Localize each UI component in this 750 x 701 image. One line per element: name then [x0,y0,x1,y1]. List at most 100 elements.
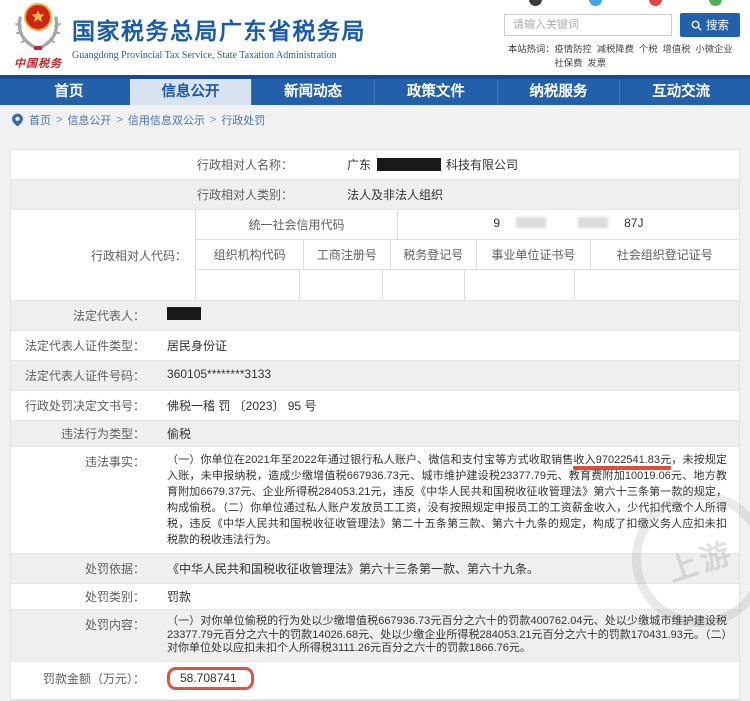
row-penalty-content: 处罚内容： （一）对你单位偷税的行为处以少缴增值税667936.73元百分之六十… [11,610,739,662]
nav-item-interaction[interactable]: 互动交流 [619,79,742,105]
row-value: （一）你单位在2021年至2022年通过银行私人账户、微信和支付宝等方式收取销售… [155,447,739,553]
row-value: 法人及非法人组织 [347,188,444,202]
codes-table: 统一社会信用代码 9 87J 组织机构代码 工商注册号 税务登记号 事业单位证书号… [195,210,739,300]
main-nav: 首页 信息公开 新闻动态 政策文件 纳税服务 互动交流 [0,75,750,105]
logo-caption: 中国税务 [14,58,62,70]
credit-code-prefix: 9 [493,216,501,230]
empty-cell [300,270,383,300]
row-label: 处罚内容： [84,618,145,632]
row-value: （一）对你单位偷税的行为处以少缴增值税667936.73元百分之六十的罚款400… [167,615,727,654]
row-label: 法定代表人证件类型： [24,339,145,353]
breadcrumb: 首页 > 信息公开 > 信用信息双公示 > 行政处罚 [0,105,750,135]
row-admin-category: 行政相对人类别： 法人及非法人组织 [11,180,739,210]
hotword-link[interactable]: 减税降费 [597,42,634,56]
row-legal-rep: 法定代表人： [11,301,739,331]
nav-item-policy[interactable]: 政策文件 [374,79,497,105]
site-subtitle: Guangdong Provincial Tax Service, State … [72,50,337,61]
hotword-link[interactable]: 发票 [587,56,606,70]
blur-redaction [516,217,547,228]
breadcrumb-current: 行政处罚 [221,115,266,127]
breadcrumb-home[interactable]: 首页 [29,112,51,128]
redaction-box [377,158,442,171]
search-area: 搜索 [504,13,740,37]
empty-cell [465,270,575,300]
company-name-suffix: 科技有限公司 [446,158,519,172]
search-button[interactable]: 搜索 [680,13,740,37]
redaction-box [167,307,201,320]
row-id-number: 法定代表人证件号码： 360105********3133 [11,361,739,391]
penalty-detail-table: 行政相对人名称： 广东 科技有限公司 行政相对人类别： 法人及非法人组织 行政相对… [10,149,740,701]
company-name-prefix: 广东 [347,158,372,172]
empty-cell [383,270,466,300]
nav-item-info-disclosure[interactable]: 信息公开 [129,79,252,105]
page: 中国税务 国家税务总局广东省税务局 Guangdong Provincial T… [0,0,750,701]
credit-code-value: 9 87J [398,210,739,239]
nav-item-tax-service[interactable]: 纳税服务 [496,79,620,105]
row-label: 行政相对人类别： [196,188,293,202]
search-icon [691,20,702,31]
row-fine-amount: 罚款金额（万元）： 58.708741 [11,661,739,700]
hotwords-label: 本站热词： [508,44,555,54]
hotword-link[interactable]: 社保费 [555,56,583,70]
share-icon-dark[interactable] [529,0,542,6]
row-value: 佛税一稽 罚 〔2023〕 95 号 [167,399,317,413]
site-title: 国家税务总局广东省税务局 [72,18,366,44]
site-hotwords: 本站热词： 疫情防控 减税降费 个税 增值税 小微企业 社保费 发票 [508,42,740,70]
search-button-label: 搜索 [706,20,729,32]
hotword-link[interactable]: 个税 [639,42,658,56]
red-box-annotation: 58.708741 [167,666,254,690]
empty-cell [196,270,301,300]
row-label: 行政处罚决定文书号： [24,399,145,413]
row-label: 法定代表人证件号码： [24,369,145,383]
row-label: 违法事实： [84,455,145,469]
share-icon-weibo[interactable] [589,0,602,6]
row-admin-name: 行政相对人名称： 广东 科技有限公司 [11,150,739,180]
breadcrumb-separator: > [209,114,217,126]
nav-item-home[interactable]: 首页 [8,79,130,105]
row-label: 违法行为类型： [60,427,145,441]
row-value: 58.708741 [155,662,739,699]
site-logo[interactable]: 中国税务 [8,2,68,71]
row-label: 行政相对人代码： [90,248,187,263]
breadcrumb-separator: > [56,114,63,126]
row-value [155,301,739,330]
credit-code-row: 统一社会信用代码 9 87J [196,210,739,240]
column-header: 社会组织登记证号 [616,248,713,262]
facts-text: （一）你单位在2021年至2022年通过银行私人账户、微信和支付宝等方式收取销售 [167,454,574,466]
hotword-link[interactable]: 小微企业 [695,42,732,56]
column-header: 工商注册号 [304,240,391,269]
tax-emblem-icon [15,3,61,50]
credit-code-suffix: 87J [624,216,644,230]
share-icon-wechat[interactable] [709,0,722,6]
location-pin-icon [12,113,23,127]
row-penalty-basis: 处罚依据： 《中华人民共和国税收征收管理法》第六十三条第一款、第六十九条。 [11,554,739,584]
empty-cell [575,270,739,300]
hotword-link[interactable]: 增值税 [663,42,691,56]
code-values-row [196,270,739,300]
share-icon-red[interactable] [649,0,662,6]
row-value: 广东 科技有限公司 [311,150,739,179]
row-value: 偷税 [167,427,192,441]
row-label: 法定代表人： [72,309,145,323]
row-label: 行政相对人名称： [196,158,293,172]
row-label: 处罚依据： [84,562,145,576]
blur-redaction [578,217,609,228]
row-label: 罚款金额（万元）： [42,671,145,686]
row-value: 《中华人民共和国税收征收管理法》第六十三条第一款、第六十九条。 [167,562,540,576]
facts-text: ，未按规定入账，未申报纳税，造成少缴增值税667936.73元、城市维护建设税2… [167,454,728,546]
search-input[interactable] [504,14,672,36]
code-headers-row: 组织机构代码 工商注册号 税务登记号 事业单位证书号 社会组织登记证号 [196,240,739,270]
hotword-link[interactable]: 疫情防控 [555,42,592,56]
breadcrumb-separator: > [116,114,123,126]
column-header: 税务登记号 [391,240,478,269]
nav-item-news[interactable]: 新闻动态 [251,79,374,105]
breadcrumb-info-disclosure[interactable]: 信息公开 [67,112,111,128]
row-doc-number: 行政处罚决定文书号： 佛税一稽 罚 〔2023〕 95 号 [11,391,739,421]
column-header: 组织机构代码 [196,240,305,269]
column-header: 事业单位证书号 [477,240,591,269]
row-id-type: 法定代表人证件类型： 居民身份证 [11,331,739,361]
row-penalty-category: 处罚类别： 罚款 [11,584,739,610]
red-underline-annotation: 收入97022541.83元 [573,454,672,470]
breadcrumb-credit-disclosure[interactable]: 信用信息双公示 [128,112,205,128]
row-value: 360105********3133 [167,367,272,381]
